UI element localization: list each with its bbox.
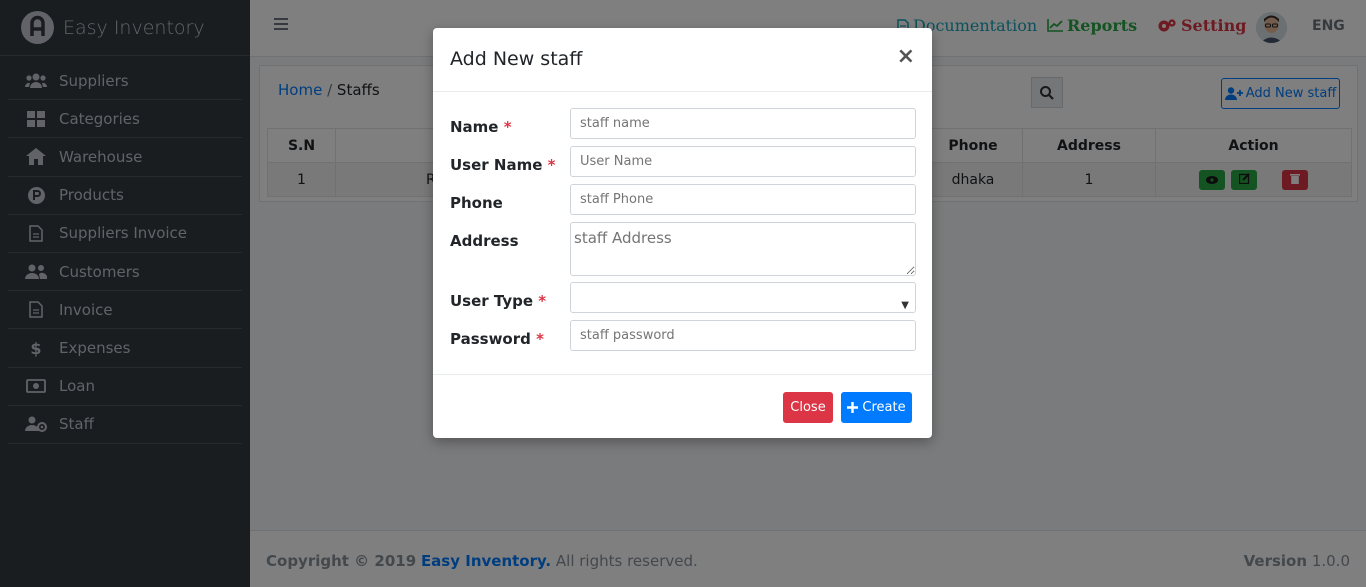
create-button[interactable]: Create (841, 392, 912, 423)
phone-label: Phone (450, 194, 503, 212)
phone-row: Phone (450, 184, 916, 215)
address-textarea[interactable] (570, 222, 916, 276)
modal-footer: Close Create (433, 374, 932, 438)
address-label: Address (450, 232, 519, 250)
required-marker: * (503, 118, 512, 136)
create-label: Create (862, 400, 906, 415)
modal-close-icon[interactable]: × (897, 44, 915, 69)
usertype-select[interactable]: ▼ (570, 282, 916, 313)
required-marker: * (538, 292, 547, 310)
required-marker: * (536, 330, 544, 348)
password-row: Password * (450, 320, 916, 351)
username-label-text: User Name (450, 156, 543, 174)
usertype-row: User Type * ▼ (450, 282, 916, 313)
usertype-label: User Type * (450, 292, 546, 310)
modal-header: Add New staff × (433, 28, 932, 92)
required-marker: * (547, 156, 556, 174)
address-row: Address (450, 222, 916, 276)
phone-label-text: Phone (450, 194, 503, 212)
modal-title: Add New staff (450, 48, 583, 70)
add-staff-modal: Add New staff × Name * User Name * Phone… (433, 28, 932, 438)
name-input[interactable] (570, 108, 916, 139)
close-button[interactable]: Close (783, 392, 833, 423)
username-row: User Name * (450, 146, 916, 177)
usertype-label-text: User Type (450, 292, 534, 310)
password-input[interactable] (570, 320, 916, 351)
password-label: Password * (450, 330, 544, 348)
plus-icon (847, 402, 859, 413)
username-input[interactable] (570, 146, 916, 177)
username-label: User Name * (450, 156, 555, 174)
name-label: Name * (450, 118, 512, 136)
password-label-text: Password (450, 330, 531, 348)
caret-down-icon: ▼ (901, 300, 909, 311)
phone-input[interactable] (570, 184, 916, 215)
name-label-text: Name (450, 118, 499, 136)
address-label-text: Address (450, 232, 519, 250)
name-row: Name * (450, 108, 916, 139)
